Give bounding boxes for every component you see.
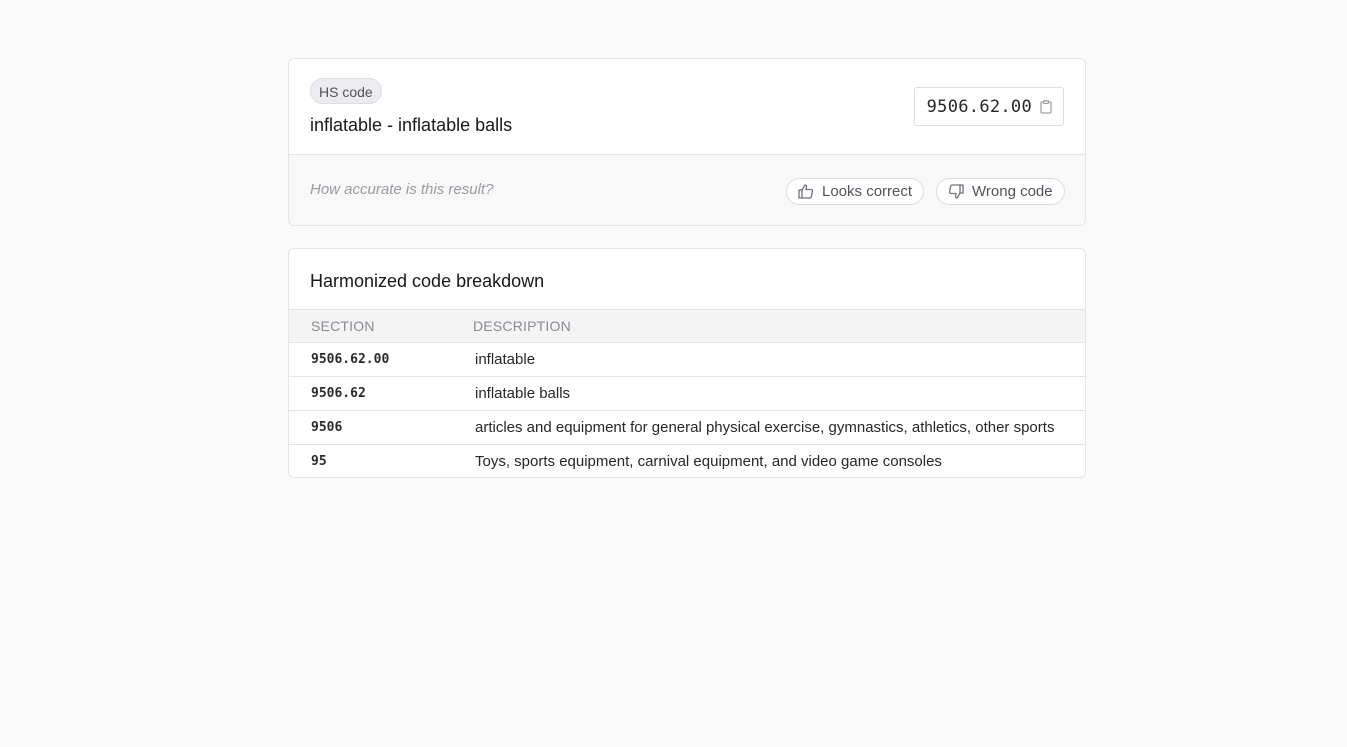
thumbs-down-icon — [948, 184, 964, 199]
section-code: 9506 — [289, 409, 473, 444]
thumbs-up-icon — [798, 184, 814, 199]
breakdown-table: SECTION DESCRIPTION 9506.62.00 inflatabl… — [289, 310, 1085, 477]
wrong-code-label: Wrong code — [972, 183, 1053, 200]
wrong-code-button[interactable]: Wrong code — [936, 178, 1065, 205]
result-header: HS code inflatable - inflatable balls 95… — [289, 59, 1085, 155]
section-code: 9506.62 — [289, 375, 473, 410]
table-header-row: SECTION DESCRIPTION — [289, 310, 1085, 343]
hs-code-badge: HS code — [310, 78, 382, 104]
section-description: inflatable balls — [473, 375, 1085, 410]
clipboard-icon[interactable] — [1040, 99, 1052, 114]
section-description: articles and equipment for general physi… — [473, 409, 1085, 444]
result-title: inflatable - inflatable balls — [310, 115, 513, 135]
section-description: inflatable — [475, 350, 536, 368]
feedback-bar: How accurate is this result? Looks corre… — [289, 155, 1085, 225]
code-breakdown-card: Harmonized code breakdown SECTION DESCRI… — [288, 248, 1086, 478]
looks-correct-button[interactable]: Looks correct — [786, 178, 925, 205]
column-header-description: DESCRIPTION — [473, 310, 1085, 343]
section-code: 95 — [289, 443, 473, 477]
code-copy-box[interactable]: 9506.62.00 — [913, 87, 1064, 126]
hs-code-result-card: HS code inflatable - inflatable balls 95… — [288, 58, 1086, 226]
table-row: 9506 articles and equipment for general … — [289, 409, 1085, 444]
section-code: 9506.62.00 — [311, 351, 390, 367]
table-row: 9506.62.00 inflatable — [289, 342, 1085, 376]
breakdown-title: Harmonized code breakdown — [289, 249, 1085, 310]
hs-code-value[interactable]: 9506.62.00 — [927, 97, 1032, 117]
column-header-section: SECTION — [289, 310, 473, 343]
table-row: 95 Toys, sports equipment, carnival equi… — [289, 443, 1085, 477]
accuracy-prompt: How accurate is this result? — [310, 181, 494, 198]
table-row: 9506.62 inflatable balls — [289, 375, 1085, 410]
section-description: Toys, sports equipment, carnival equipme… — [473, 443, 1085, 477]
looks-correct-label: Looks correct — [822, 183, 913, 200]
